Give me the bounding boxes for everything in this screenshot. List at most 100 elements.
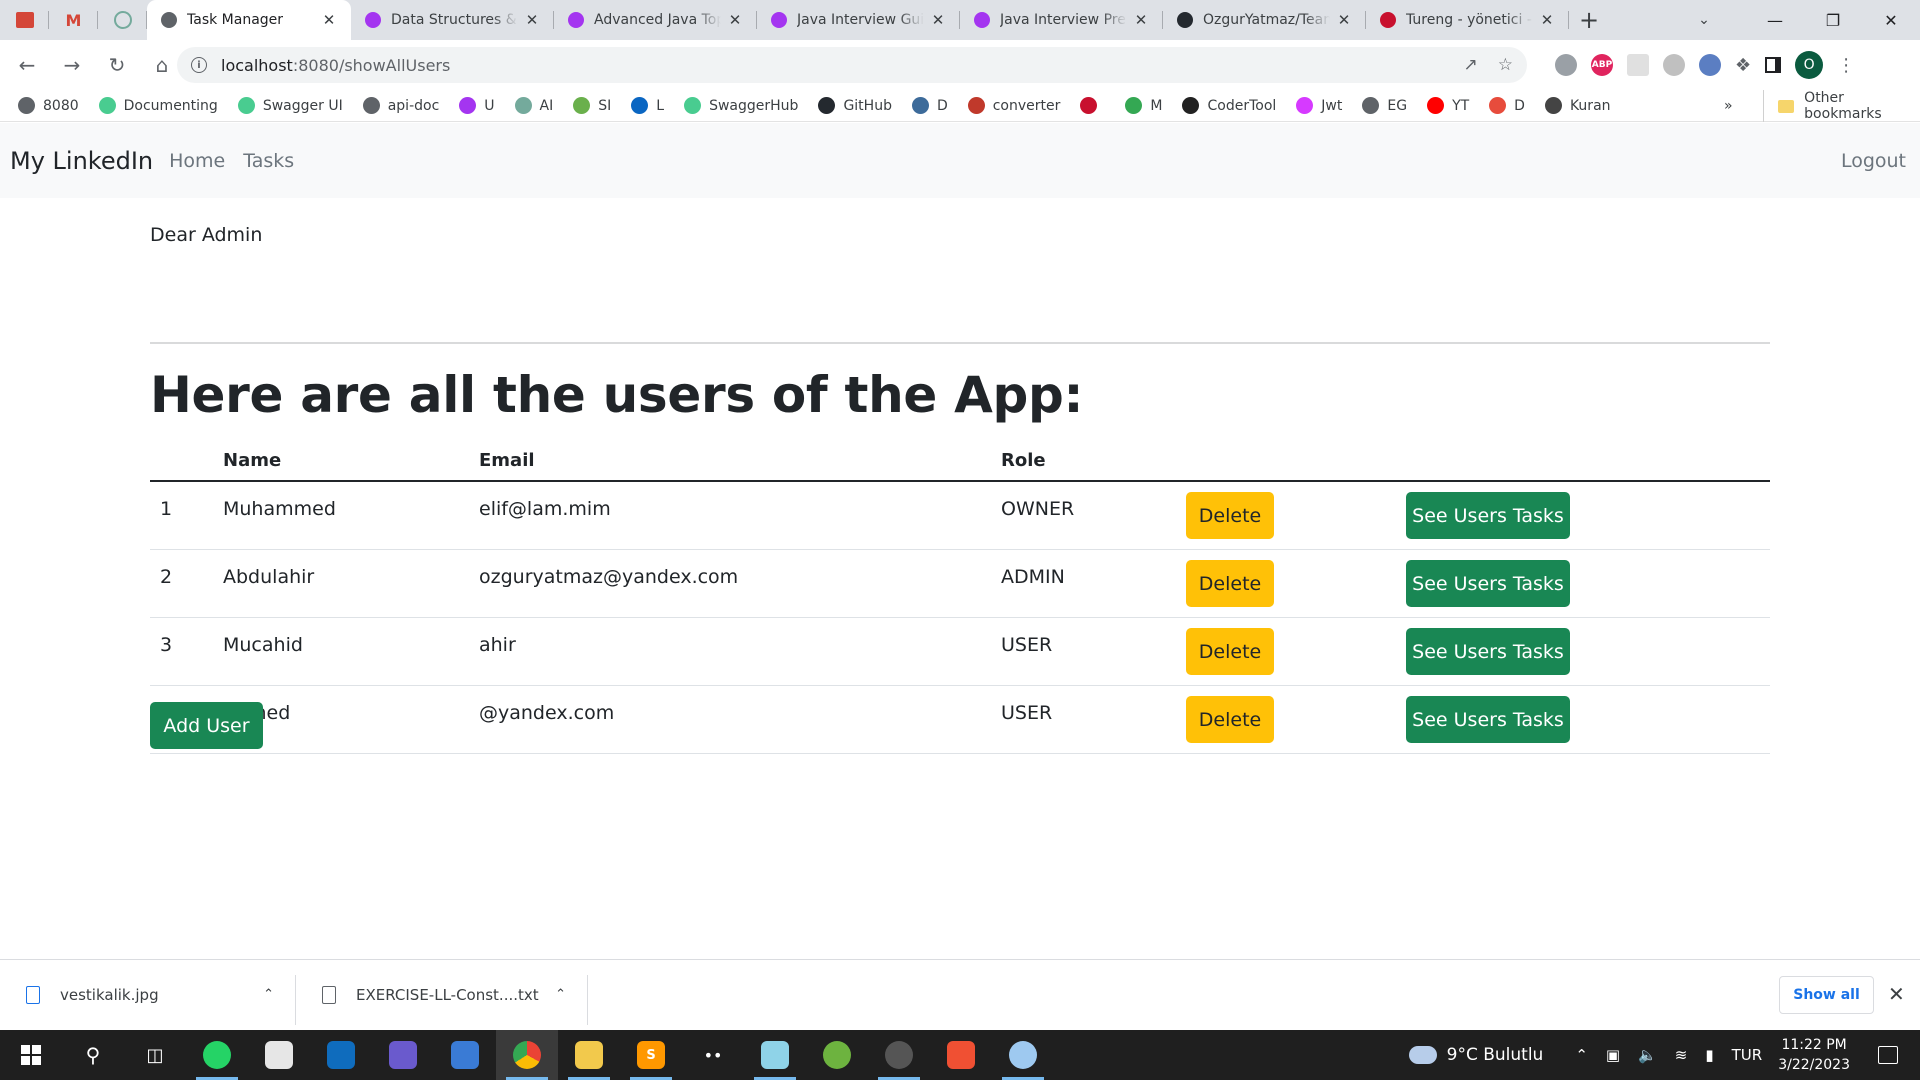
tab-search-chevron-icon[interactable]: ⌄ — [1684, 0, 1724, 40]
bookmark-star-icon[interactable]: ☆ — [1498, 55, 1513, 75]
bookmark-item[interactable]: AI — [514, 97, 553, 114]
speaker-icon[interactable]: 🔈 — [1638, 1046, 1657, 1064]
bookmark-item[interactable]: converter — [967, 97, 1060, 114]
extension-icon[interactable] — [1663, 54, 1685, 76]
adblock-extension-icon[interactable]: ABP — [1591, 54, 1613, 76]
bookmark-item[interactable]: D — [1489, 97, 1525, 114]
browser-tab[interactable]: OzgurYatmaz/Team ✕ — [1163, 0, 1366, 40]
battery-icon[interactable]: ▮ — [1705, 1046, 1713, 1064]
file-explorer-app-icon[interactable] — [558, 1030, 620, 1080]
bookmarks-overflow-button[interactable]: » — [1724, 90, 1733, 122]
close-tab-icon[interactable]: ✕ — [321, 11, 337, 29]
navbar-brand[interactable]: My LinkedIn — [10, 147, 153, 175]
bookmark-item[interactable]: SI — [573, 97, 611, 114]
delete-user-button[interactable]: Delete — [1186, 696, 1274, 743]
notepad-app-icon[interactable] — [744, 1030, 806, 1080]
profile-avatar[interactable]: O — [1795, 51, 1824, 79]
new-tab-button[interactable]: + — [1569, 0, 1609, 40]
notification-icon[interactable] — [1878, 1046, 1898, 1064]
share-icon[interactable]: ↗ — [1464, 55, 1478, 75]
bookmark-item[interactable]: api-doc — [362, 97, 439, 114]
show-all-downloads-button[interactable]: Show all — [1779, 976, 1874, 1014]
extension-icon[interactable] — [1699, 54, 1721, 76]
reload-icon[interactable]: ↻ — [99, 47, 135, 83]
site-info-icon[interactable]: i — [191, 57, 207, 73]
browser-menu-icon[interactable]: ⋮ — [1837, 55, 1855, 76]
browser-tab[interactable]: Advanced Java Top ✕ — [554, 0, 757, 40]
close-tab-icon[interactable]: ✕ — [1133, 11, 1149, 29]
bookmark-item[interactable]: D — [911, 97, 948, 114]
bing-app-icon[interactable] — [372, 1030, 434, 1080]
download-item[interactable]: vestikalik.jpg ⌃ — [0, 967, 296, 1025]
see-user-tasks-button[interactable]: See Users Tasks — [1406, 492, 1570, 539]
delete-user-button[interactable]: Delete — [1186, 628, 1274, 675]
see-user-tasks-button[interactable]: See Users Tasks — [1406, 628, 1570, 675]
see-user-tasks-button[interactable]: See Users Tasks — [1406, 560, 1570, 607]
bookmark-item[interactable]: Jwt — [1296, 97, 1342, 114]
pinned-tab-outlook[interactable] — [0, 0, 49, 40]
sublime-app-icon[interactable]: S — [620, 1030, 682, 1080]
bookmark-item[interactable]: M — [1125, 97, 1162, 114]
remote-desktop-app-icon[interactable] — [434, 1030, 496, 1080]
whatsapp-app-icon[interactable] — [186, 1030, 248, 1080]
delete-user-button[interactable]: Delete — [1186, 560, 1274, 607]
browser-tab[interactable]: Tureng - yönetici - ✕ — [1366, 0, 1569, 40]
address-bar[interactable]: i localhost:8080/showAllUsers ↗ ☆ — [177, 47, 1527, 83]
close-window-icon[interactable]: ✕ — [1862, 0, 1920, 40]
wifi-icon[interactable]: ≋ — [1675, 1046, 1688, 1064]
logout-link[interactable]: Logout — [1841, 123, 1906, 198]
camera-icon[interactable]: ▣ — [1606, 1046, 1620, 1064]
bookmark-item[interactable]: U — [459, 97, 495, 114]
store-app-icon[interactable] — [248, 1030, 310, 1080]
see-user-tasks-button[interactable]: See Users Tasks — [1406, 696, 1570, 743]
bookmark-item[interactable]: Kuran — [1544, 97, 1611, 114]
bookmark-item[interactable]: YT — [1427, 97, 1469, 114]
browser-tab[interactable]: Data Structures & A ✕ — [351, 0, 554, 40]
extensions-puzzle-icon[interactable]: ❖ — [1735, 55, 1751, 76]
chevron-up-icon[interactable]: ⌃ — [263, 987, 274, 1002]
spring-app-icon[interactable] — [806, 1030, 868, 1080]
pinned-tab-chatgpt[interactable] — [98, 0, 147, 40]
close-tab-icon[interactable]: ✕ — [1539, 11, 1555, 29]
restore-window-icon[interactable]: ❐ — [1804, 0, 1862, 40]
paint-app-icon[interactable] — [992, 1030, 1054, 1080]
git-app-icon[interactable] — [930, 1030, 992, 1080]
download-item[interactable]: EXERCISE-LL-Const....txt ⌃ — [296, 967, 588, 1025]
task-view-icon[interactable]: ◫ — [124, 1030, 186, 1080]
chevron-up-icon[interactable]: ⌃ — [555, 987, 566, 1002]
home-icon[interactable]: ⌂ — [144, 47, 180, 83]
bookmark-item[interactable]: GitHub — [818, 97, 892, 114]
side-panel-icon[interactable] — [1765, 57, 1782, 73]
close-icon[interactable]: ✕ — [1888, 982, 1905, 1006]
nav-link-tasks[interactable]: Tasks — [243, 150, 294, 172]
nav-link-home[interactable]: Home — [169, 150, 225, 172]
other-bookmarks-folder[interactable]: Other bookmarks — [1763, 90, 1920, 122]
add-user-button[interactable]: Add User — [150, 702, 263, 749]
mail-app-icon[interactable] — [310, 1030, 372, 1080]
bookmark-item[interactable]: Swagger UI — [237, 97, 343, 114]
browser-tab[interactable]: Java Interview Prep ✕ — [960, 0, 1163, 40]
bookmark-item[interactable]: CoderTool — [1182, 97, 1276, 114]
bookmark-item[interactable]: L — [631, 97, 664, 114]
bookmark-item[interactable]: 8080 — [18, 97, 79, 114]
forward-arrow-icon[interactable]: → — [54, 47, 90, 83]
bookmark-item[interactable]: SwaggerHub — [684, 97, 798, 114]
minimize-window-icon[interactable]: — — [1746, 0, 1804, 40]
translate-extension-icon[interactable] — [1555, 54, 1577, 76]
search-icon[interactable]: ⚲ — [62, 1030, 124, 1080]
weather-widget[interactable]: 9°C Bulutlu — [1408, 1045, 1543, 1065]
start-button[interactable] — [0, 1030, 62, 1080]
close-tab-icon[interactable]: ✕ — [727, 11, 743, 29]
back-arrow-icon[interactable]: ← — [9, 47, 45, 83]
more-apps-icon[interactable]: •• — [682, 1030, 744, 1080]
clock[interactable]: 11:22 PM 3/22/2023 — [1778, 1035, 1850, 1075]
language-indicator[interactable]: TUR — [1732, 1046, 1763, 1064]
extension-icon[interactable] — [1627, 54, 1649, 76]
bookmark-item[interactable]: Documenting — [98, 97, 218, 114]
delete-user-button[interactable]: Delete — [1186, 492, 1274, 539]
chevron-up-icon[interactable]: ⌃ — [1575, 1046, 1588, 1064]
settings-gear-app-icon[interactable] — [868, 1030, 930, 1080]
close-tab-icon[interactable]: ✕ — [1336, 11, 1352, 29]
chrome-app-icon[interactable] — [496, 1030, 558, 1080]
browser-tab[interactable]: Java Interview Guid ✕ — [757, 0, 960, 40]
